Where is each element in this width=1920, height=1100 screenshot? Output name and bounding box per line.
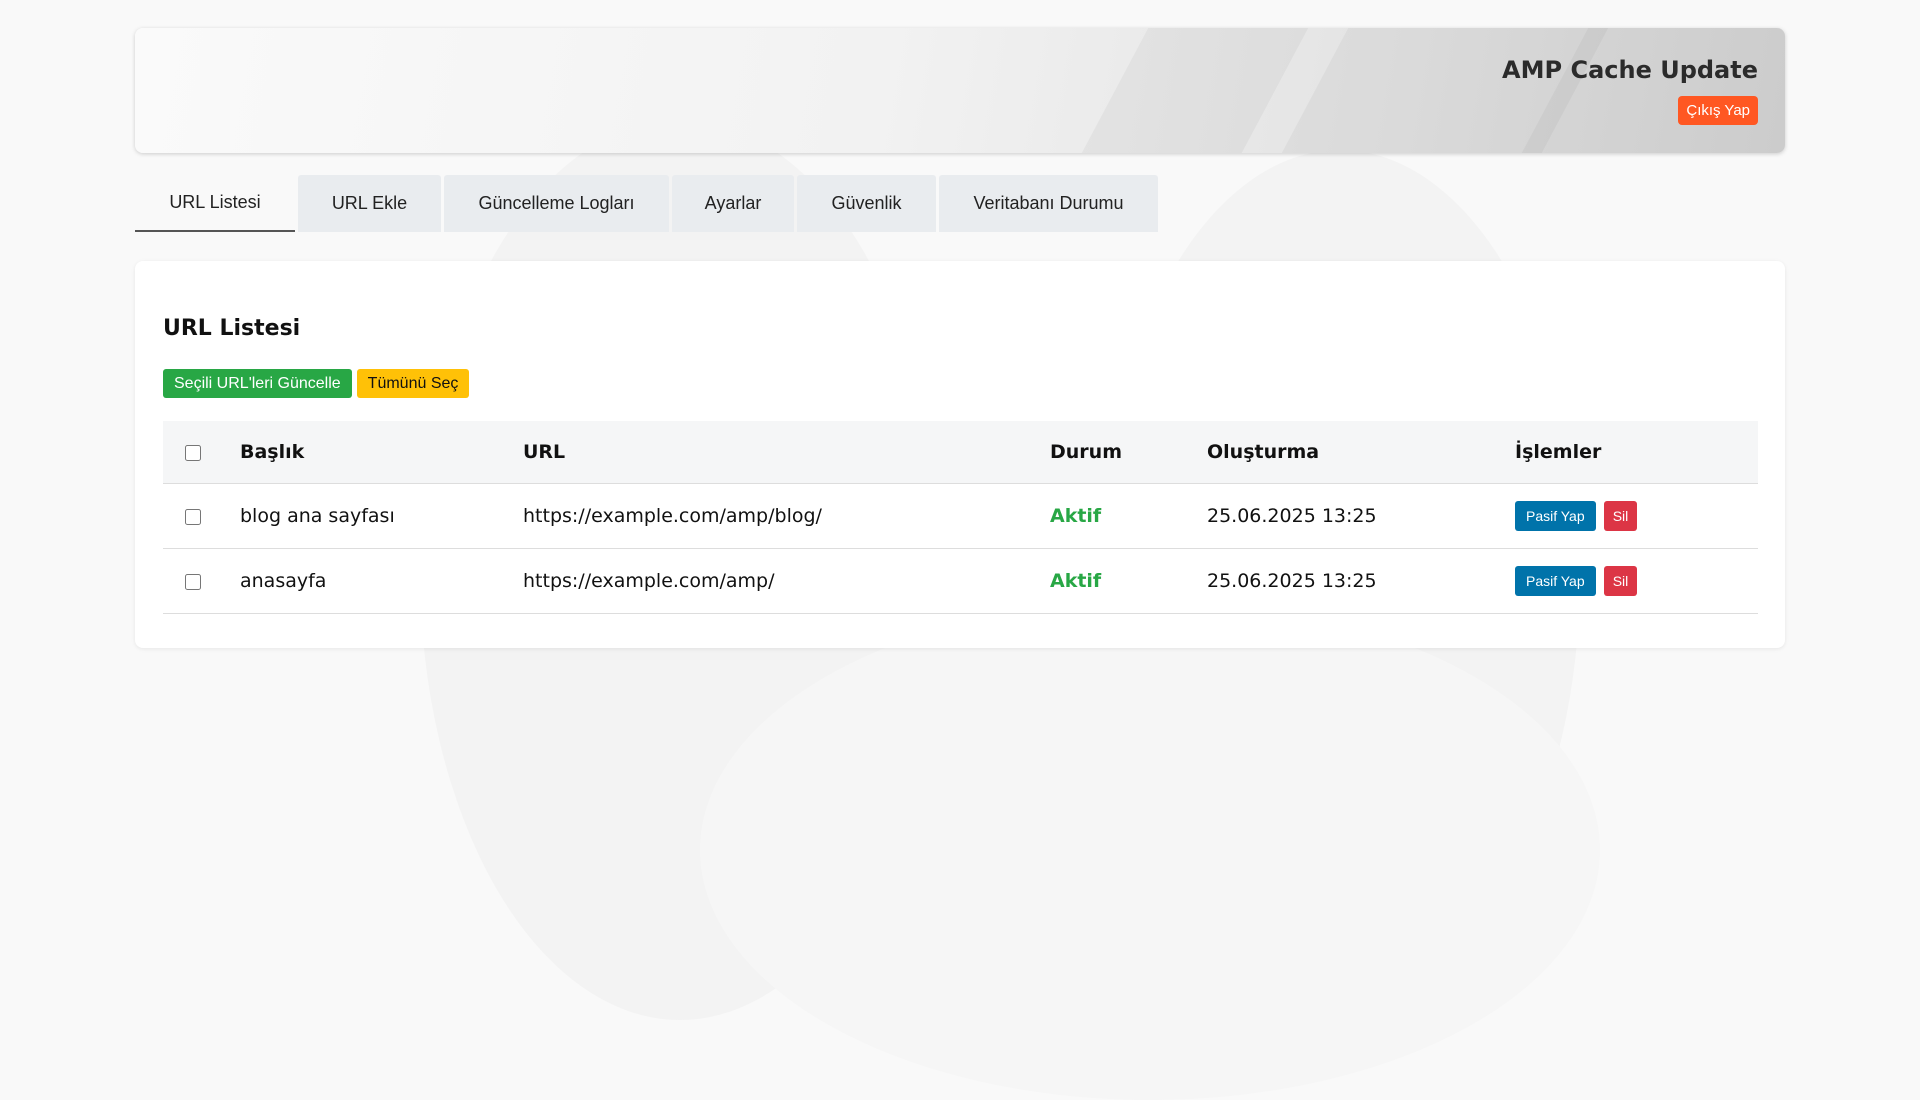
header-checkbox-cell xyxy=(163,421,240,484)
row-title: blog ana sayfası xyxy=(240,483,523,549)
row-checkbox-cell xyxy=(163,548,240,614)
column-header-created: Oluşturma xyxy=(1207,421,1515,484)
tab-update-logs[interactable]: Güncelleme Logları xyxy=(444,175,669,232)
row-status: Aktif xyxy=(1050,548,1207,614)
table-row: blog ana sayfası https://example.com/amp… xyxy=(163,483,1758,549)
panel-title: URL Listesi xyxy=(163,316,301,341)
tab-database-status[interactable]: Veritabanı Durumu xyxy=(939,175,1158,232)
delete-button[interactable]: Sil xyxy=(1603,501,1638,531)
app-title: AMP Cache Update xyxy=(1502,56,1758,84)
select-all-button[interactable]: Tümünü Seç xyxy=(356,369,470,398)
row-url: https://example.com/amp/blog/ xyxy=(523,483,1050,549)
row-actions: Pasif Yap Sil xyxy=(1515,483,1758,549)
table-header-row: Başlık URL Durum Oluşturma İşlemler xyxy=(163,421,1758,484)
admin-page: AMP Cache Update Çıkış Yap URL Listesi U… xyxy=(135,28,1785,648)
background-shape xyxy=(700,600,1600,1100)
row-checkbox[interactable] xyxy=(185,508,201,525)
row-status: Aktif xyxy=(1050,483,1207,549)
url-list-panel: URL Listesi Seçili URL'leri Güncelle Tüm… xyxy=(135,261,1785,648)
row-checkbox-cell xyxy=(163,483,240,549)
column-header-status: Durum xyxy=(1050,421,1207,484)
update-selected-button[interactable]: Seçili URL'leri Güncelle xyxy=(163,369,352,398)
bulk-actions: Seçili URL'leri Güncelle Tümünü Seç xyxy=(163,369,1758,398)
row-created: 25.06.2025 13:25 xyxy=(1207,483,1515,549)
url-table: Başlık URL Durum Oluşturma İşlemler blog… xyxy=(163,421,1758,614)
header-decoration xyxy=(1082,28,1308,153)
delete-button[interactable]: Sil xyxy=(1603,566,1638,596)
column-header-actions: İşlemler xyxy=(1515,421,1758,484)
table-row: anasayfa https://example.com/amp/ Aktif … xyxy=(163,548,1758,614)
tab-add-url[interactable]: URL Ekle xyxy=(298,175,441,232)
tab-settings[interactable]: Ayarlar xyxy=(672,175,794,232)
select-all-checkbox[interactable] xyxy=(185,444,201,461)
row-created: 25.06.2025 13:25 xyxy=(1207,548,1515,614)
tab-url-list[interactable]: URL Listesi xyxy=(135,175,295,232)
column-header-title: Başlık xyxy=(240,421,523,484)
logout-button[interactable]: Çıkış Yap xyxy=(1678,96,1758,125)
row-checkbox[interactable] xyxy=(185,573,201,590)
column-header-url: URL xyxy=(523,421,1050,484)
deactivate-button[interactable]: Pasif Yap xyxy=(1515,501,1596,531)
tab-bar: URL Listesi URL Ekle Güncelleme Logları … xyxy=(135,175,1785,232)
deactivate-button[interactable]: Pasif Yap xyxy=(1515,566,1596,596)
row-actions: Pasif Yap Sil xyxy=(1515,548,1758,614)
row-title: anasayfa xyxy=(240,548,523,614)
row-url: https://example.com/amp/ xyxy=(523,548,1050,614)
page-header: AMP Cache Update Çıkış Yap xyxy=(135,28,1785,153)
tab-security[interactable]: Güvenlik xyxy=(797,175,936,232)
